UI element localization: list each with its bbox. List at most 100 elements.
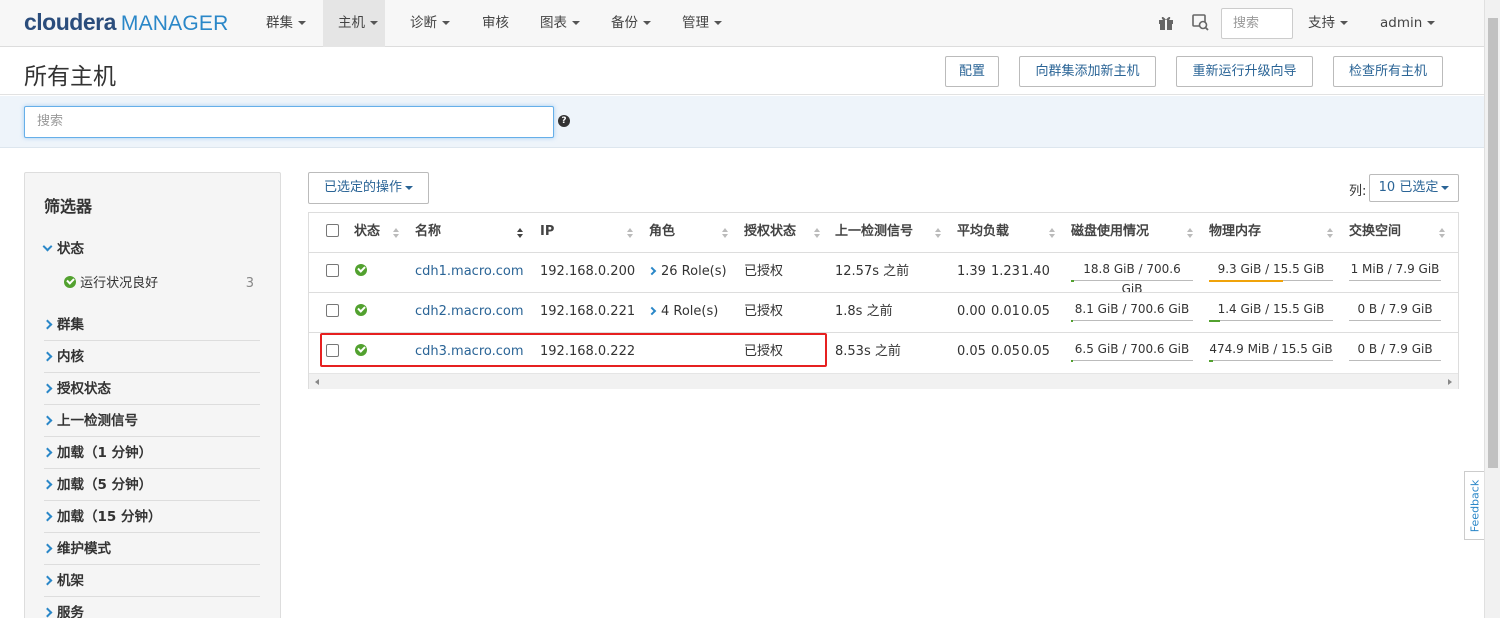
table-row: cdh1.macro.com 192.168.0.200 26 Role(s) …: [309, 252, 1458, 296]
row-checkbox[interactable]: [326, 264, 339, 277]
host-load-15: 0.05: [1021, 344, 1050, 359]
col-header-status[interactable]: 状态: [354, 213, 380, 253]
filter-rack[interactable]: 机架: [42, 565, 260, 597]
host-load-15: 0.05: [1021, 304, 1050, 319]
chevron-right-icon: [42, 575, 53, 586]
page-vertical-scrollbar[interactable]: [1484, 0, 1500, 618]
nav-backup[interactable]: 备份: [611, 0, 651, 47]
scroll-left-icon[interactable]: [315, 379, 319, 385]
host-name: cdh1.macro.com: [415, 264, 524, 279]
filter-label: 维护模式: [57, 541, 111, 557]
row-status: [355, 293, 367, 332]
cloudera-manager-logo[interactable]: cloudera MANAGER: [24, 9, 228, 37]
nav-support-label: 支持: [1308, 15, 1335, 31]
search-bar-area: 搜索: [0, 96, 1484, 148]
gift-icon[interactable]: [1157, 13, 1177, 33]
disk-usage-fill: [1071, 360, 1073, 362]
top-navbar: cloudera MANAGER 群集 主机 诊断 审核 图表 备份 管理 搜索…: [0, 0, 1484, 47]
host-roles-toggle[interactable]: 26 Role(s): [647, 253, 727, 292]
scroll-right-icon[interactable]: [1448, 379, 1452, 385]
memory-fill: [1209, 280, 1283, 282]
filter-load-15min[interactable]: 加载（15 分钟）: [42, 501, 260, 533]
filter-maintenance-mode[interactable]: 维护模式: [42, 533, 260, 565]
filter-status[interactable]: 状态: [42, 233, 260, 265]
memory-fill: [1209, 320, 1220, 322]
help-icon[interactable]: ?: [558, 115, 570, 127]
col-header-swap[interactable]: 交换空间: [1349, 213, 1401, 253]
chevron-right-icon: [42, 383, 53, 394]
disk-usage-meter: 6.5 GiB / 700.6 GiB: [1071, 339, 1193, 362]
nav-backup-label: 备份: [611, 15, 638, 31]
filters-title: 筛选器: [44, 197, 93, 216]
parcel-icon[interactable]: [1191, 13, 1211, 33]
chevron-down-icon: [643, 21, 651, 25]
filter-load-1min[interactable]: 加载（1 分钟）: [42, 437, 260, 469]
hosts-search-input[interactable]: 搜索: [24, 106, 554, 138]
filter-cluster[interactable]: 群集: [42, 309, 260, 341]
disk-usage-text: 8.1 GiB / 700.6 GiB: [1074, 302, 1190, 316]
scrollbar-thumb[interactable]: [1488, 18, 1498, 468]
filter-status-good-health[interactable]: 运行状况良好 3: [64, 273, 260, 295]
host-name-link[interactable]: cdh2.macro.com: [415, 293, 524, 332]
chevron-down-icon: [1340, 21, 1348, 25]
chevron-right-icon: [647, 266, 657, 276]
filter-label: 机架: [57, 573, 84, 589]
select-all-checkbox[interactable]: [326, 224, 339, 237]
memory-meter: 9.3 GiB / 15.5 GiB: [1209, 259, 1333, 282]
nav-diagnostics[interactable]: 诊断: [410, 0, 450, 47]
sort-icon: [393, 228, 399, 238]
col-header-load-average[interactable]: 平均负载: [957, 213, 1009, 253]
chevron-down-icon: [442, 21, 450, 25]
col-header-label: 交换空间: [1349, 224, 1402, 239]
host-roles-toggle[interactable]: 4 Role(s): [647, 293, 718, 332]
nav-administration[interactable]: 管理: [682, 0, 722, 47]
global-search-input[interactable]: 搜索: [1221, 8, 1293, 39]
memory-meter: 1.4 GiB / 15.5 GiB: [1209, 299, 1333, 322]
host-last-heartbeat: 1.8s 之前: [835, 304, 893, 319]
col-header-label: 上一检测信号: [835, 224, 914, 239]
filter-label: 授权状态: [57, 381, 111, 397]
inspect-all-hosts-button[interactable]: 检查所有主机: [1333, 56, 1443, 87]
host-name-link[interactable]: cdh1.macro.com: [415, 253, 524, 292]
selected-actions-button[interactable]: 已选定的操作: [308, 172, 429, 204]
col-header-name[interactable]: 名称: [415, 213, 441, 253]
filter-load-5min[interactable]: 加载（5 分钟）: [42, 469, 260, 501]
col-header-roles[interactable]: 角色: [649, 213, 675, 253]
filter-last-heartbeat[interactable]: 上一检测信号: [42, 405, 260, 437]
disk-usage-text: 6.5 GiB / 700.6 GiB: [1074, 342, 1190, 356]
chevron-right-icon: [42, 607, 53, 618]
configuration-button[interactable]: 配置: [945, 56, 999, 87]
nav-audits[interactable]: 审核: [482, 0, 509, 47]
filter-label: 群集: [57, 317, 84, 333]
add-new-hosts-button[interactable]: 向群集添加新主机: [1019, 56, 1156, 87]
columns-selector-button[interactable]: 10 已选定: [1369, 174, 1459, 202]
feedback-tab[interactable]: Feedback: [1464, 471, 1484, 540]
row-checkbox[interactable]: [326, 304, 339, 317]
host-load-1: 1.39: [957, 264, 986, 279]
rerun-upgrade-wizard-button[interactable]: 重新运行升级向导: [1176, 56, 1313, 87]
filter-authorization-status[interactable]: 授权状态: [42, 373, 260, 405]
nav-hosts[interactable]: 主机: [323, 0, 385, 47]
table-horizontal-scrollbar[interactable]: [309, 373, 1458, 389]
host-last-heartbeat: 12.57s 之前: [835, 264, 910, 279]
sort-icon: [1049, 228, 1055, 238]
col-header-last-heartbeat[interactable]: 上一检测信号: [835, 213, 913, 253]
nav-user-menu[interactable]: admin: [1380, 0, 1436, 47]
col-header-physical-memory[interactable]: 物理内存: [1209, 213, 1261, 253]
nav-clusters[interactable]: 群集: [266, 0, 306, 47]
nav-support[interactable]: 支持: [1308, 0, 1348, 47]
filter-services[interactable]: 服务: [42, 597, 260, 618]
col-header-disk-usage[interactable]: 磁盘使用情况: [1071, 213, 1149, 253]
filter-label: 内核: [57, 349, 84, 365]
table-row: cdh2.macro.com 192.168.0.221 4 Role(s) 已…: [309, 292, 1458, 332]
chevron-right-icon: [647, 306, 657, 316]
col-header-ip[interactable]: IP: [540, 213, 554, 253]
host-load-15: 1.40: [1021, 264, 1050, 279]
filter-kernel[interactable]: 内核: [42, 341, 260, 373]
page-title: 所有主机: [24, 64, 116, 90]
col-header-authorization[interactable]: 授权状态: [744, 213, 796, 253]
swap-text: 0 B / 7.9 GiB: [1357, 342, 1433, 356]
filter-status-label: 状态: [57, 241, 84, 257]
host-ip: 192.168.0.200: [540, 264, 636, 279]
nav-charts[interactable]: 图表: [540, 0, 580, 47]
